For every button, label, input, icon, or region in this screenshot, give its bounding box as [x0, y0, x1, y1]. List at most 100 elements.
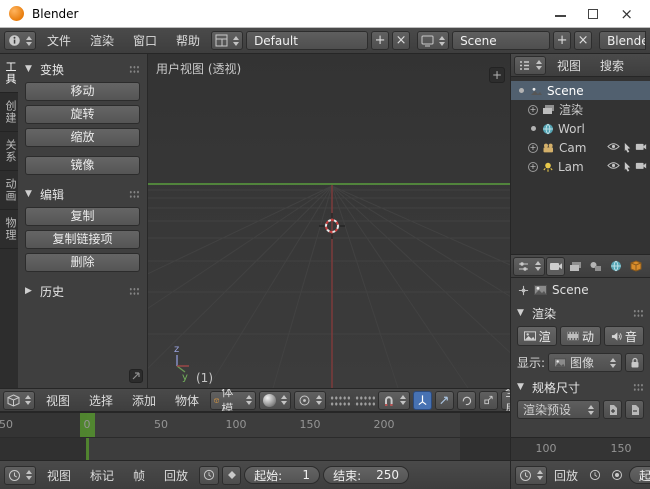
timeline-editor-selector[interactable] [515, 466, 547, 485]
start-frame-field[interactable]: 起始:1 [244, 466, 320, 484]
outliner-row-world[interactable]: Worl [511, 119, 650, 138]
panel-drag-dots-icon[interactable] [129, 65, 140, 74]
screen-layout-selector[interactable] [211, 31, 243, 50]
record-button[interactable] [607, 466, 626, 485]
visibility-eye-icon[interactable] [607, 142, 620, 151]
renderability-camera-icon[interactable] [635, 142, 647, 151]
layers-widget[interactable] [329, 394, 375, 406]
outliner-editor-selector[interactable] [514, 56, 546, 75]
preview-range-button[interactable] [199, 466, 219, 485]
render-engine-dropdown[interactable]: Blender 渲 [599, 31, 646, 50]
scale-button[interactable]: 缩放 [25, 128, 140, 147]
edit-panel-header[interactable]: ▼ 编辑 [25, 185, 140, 203]
keying-set-button[interactable] [222, 466, 241, 485]
duplicate-linked-button[interactable]: 复制链接项 [25, 230, 140, 249]
viewport-editor-selector[interactable] [3, 391, 35, 410]
translate-manipulator-button[interactable] [435, 391, 454, 410]
timeline-track-area[interactable] [0, 437, 510, 460]
scene-selector[interactable] [417, 31, 449, 50]
timeline-menu-marker[interactable]: 标记 [82, 465, 122, 486]
tab-scene[interactable] [586, 257, 605, 276]
add-preset-button[interactable] [603, 400, 622, 419]
snap-dropdown[interactable] [378, 391, 410, 410]
breadcrumb-label[interactable]: Scene [552, 283, 589, 297]
render-presets-dropdown[interactable]: 渲染预设 [517, 400, 600, 419]
history-panel-header[interactable]: ▶ 历史 [25, 282, 140, 300]
collapse-icon[interactable]: ▼ [517, 308, 528, 318]
panel-drag-dots-icon[interactable] [129, 190, 140, 199]
selectability-cursor-icon[interactable] [623, 161, 632, 172]
expand-icon[interactable]: ▶ [25, 286, 36, 296]
properties-editor-selector[interactable] [513, 257, 545, 276]
mirror-button[interactable]: 镜像 [25, 156, 140, 175]
open-properties-region-button[interactable]: + [489, 67, 505, 83]
region-corner-widget[interactable] [129, 369, 143, 383]
timeline-menu-frame[interactable]: 帧 [125, 465, 153, 486]
tab-relations[interactable]: 关系 [0, 132, 18, 171]
menu-window[interactable]: 窗口 [125, 30, 165, 51]
tab-render-layers[interactable] [566, 257, 585, 276]
screen-layout-field[interactable]: Default [246, 31, 368, 50]
outliner-menu-view[interactable]: 视图 [549, 55, 589, 76]
pin-icon[interactable] [518, 285, 529, 296]
menu-select[interactable]: 选择 [81, 390, 121, 411]
display-dropdown[interactable]: 图像 [548, 353, 622, 372]
tab-tools[interactable]: 工具 [0, 54, 18, 93]
expand-plus-icon[interactable]: + [528, 162, 538, 172]
outliner-row-renderlayers[interactable]: + 渲染 [511, 100, 650, 119]
viewport-3d[interactable]: z y (1) 用户视图 (透视) + [148, 54, 510, 388]
tab-animation[interactable]: 动画 [0, 171, 18, 210]
add-layout-button[interactable]: + [371, 31, 389, 50]
visibility-eye-icon[interactable] [607, 161, 620, 170]
pivot-dropdown[interactable] [294, 391, 326, 410]
outliner-menu-search[interactable]: 搜索 [592, 55, 632, 76]
tab-render[interactable] [546, 257, 565, 276]
mode-dropdown[interactable]: 物体模式 [210, 391, 256, 410]
menu-file[interactable]: 文件 [39, 30, 79, 51]
scale-manipulator-button[interactable] [479, 391, 498, 410]
timeline-ruler[interactable]: 100 150 [511, 437, 650, 460]
scene-name-field[interactable]: Scene [452, 31, 550, 50]
collapse-icon[interactable]: ▼ [517, 382, 528, 392]
expand-dot-icon[interactable] [531, 126, 536, 131]
expand-plus-icon[interactable]: + [528, 143, 538, 153]
menu-object[interactable]: 物体 [167, 390, 207, 411]
rotate-button[interactable]: 旋转 [25, 105, 140, 124]
delete-layout-button[interactable]: × [392, 31, 410, 50]
end-frame-field[interactable]: 结束:250 [323, 466, 409, 484]
transform-panel-header[interactable]: ▼ 变换 [25, 60, 140, 78]
remove-preset-button[interactable] [625, 400, 644, 419]
timeline-editor-selector[interactable] [4, 466, 36, 485]
add-scene-button[interactable]: + [553, 31, 571, 50]
lock-interface-button[interactable] [625, 353, 644, 372]
tab-physics[interactable]: 物理 [0, 210, 18, 249]
menu-help[interactable]: 帮助 [168, 30, 208, 51]
close-button[interactable]: × [620, 9, 633, 19]
delete-scene-button[interactable]: × [574, 31, 592, 50]
renderability-camera-icon[interactable] [635, 161, 647, 170]
collapse-icon[interactable]: ▼ [25, 64, 36, 74]
render-animation-button[interactable]: 动 [560, 326, 600, 346]
shading-dropdown[interactable] [259, 391, 291, 410]
timeline-menu-playback[interactable]: 回放 [550, 465, 582, 486]
manipulator-toggle-button[interactable] [413, 391, 432, 410]
transform-orientation-dropdown[interactable]: 全局 [501, 391, 510, 410]
preview-range-button[interactable] [585, 466, 604, 485]
render-audio-button[interactable]: 音 [604, 326, 644, 346]
delete-button[interactable]: 删除 [25, 253, 140, 272]
expand-dot-icon[interactable] [519, 88, 524, 93]
panel-drag-dots-icon[interactable] [633, 309, 644, 318]
render-image-button[interactable]: 渲 [517, 326, 557, 346]
menu-add[interactable]: 添加 [124, 390, 164, 411]
panel-drag-dots-icon[interactable] [633, 383, 644, 392]
expand-plus-icon[interactable]: + [528, 105, 538, 115]
outliner-row-camera[interactable]: + Cam [511, 138, 650, 157]
tab-create[interactable]: 创建 [0, 93, 18, 132]
translate-button[interactable]: 移动 [25, 82, 140, 101]
tab-object[interactable] [626, 257, 645, 276]
selectability-cursor-icon[interactable] [623, 142, 632, 153]
timeline-ruler[interactable]: -50 0 50 100 150 200 [0, 412, 510, 437]
info-editor-selector[interactable] [4, 31, 36, 50]
maximize-button[interactable] [588, 9, 598, 19]
menu-render[interactable]: 渲染 [82, 30, 122, 51]
